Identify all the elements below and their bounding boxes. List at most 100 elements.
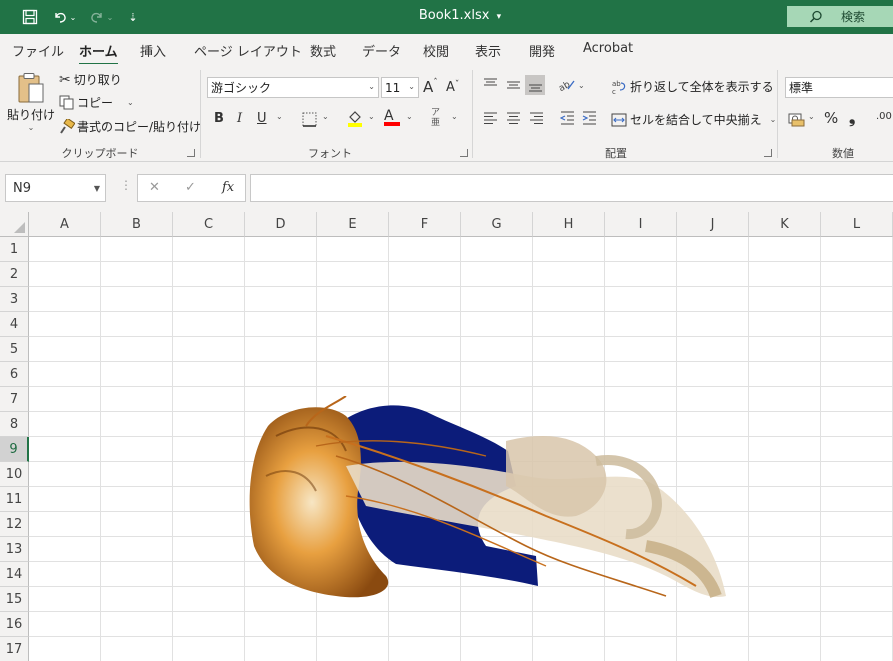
- column-header[interactable]: B: [101, 212, 173, 237]
- workbook-title[interactable]: Book1.xlsx ▾: [400, 8, 520, 23]
- name-box[interactable]: N9 ▼: [5, 174, 106, 202]
- row-header[interactable]: 15: [0, 587, 29, 612]
- copy-button[interactable]: コピー ⌄: [59, 94, 134, 111]
- row-header[interactable]: 12: [0, 512, 29, 537]
- row-header[interactable]: 17: [0, 637, 29, 661]
- orientation-icon[interactable]: ab: [558, 76, 576, 94]
- row-header[interactable]: 9: [0, 437, 29, 462]
- row-header[interactable]: 3: [0, 287, 29, 312]
- top-align-icon[interactable]: [481, 76, 499, 94]
- column-header[interactable]: K: [749, 212, 821, 237]
- merge-dropdown-icon[interactable]: ⌄: [770, 115, 777, 124]
- borders-button[interactable]: [300, 110, 318, 128]
- customize-quick-access-icon[interactable]: ⇣: [125, 6, 141, 28]
- row-header[interactable]: 13: [0, 537, 29, 562]
- name-box-dropdown-icon[interactable]: ▼: [94, 184, 100, 193]
- row-header[interactable]: 14: [0, 562, 29, 587]
- clipboard-dialog-launcher-icon[interactable]: [187, 149, 195, 157]
- copy-dropdown-icon[interactable]: ⌄: [127, 98, 134, 107]
- format-painter-button[interactable]: 書式のコピー/貼り付け: [59, 118, 201, 135]
- tab-view[interactable]: 表示: [475, 41, 501, 60]
- redo-dropdown-icon[interactable]: ⌄: [107, 13, 114, 22]
- font-name-combobox[interactable]: 游ゴシック ⌄: [207, 77, 379, 98]
- tab-review[interactable]: 校閲: [423, 41, 449, 60]
- font-size-combobox[interactable]: 11 ⌄: [381, 77, 419, 98]
- row-header[interactable]: 10: [0, 462, 29, 487]
- font-size-dropdown-icon[interactable]: ⌄: [408, 82, 415, 91]
- column-header[interactable]: D: [245, 212, 317, 237]
- tab-acrobat[interactable]: Acrobat: [583, 41, 633, 56]
- column-header[interactable]: A: [29, 212, 101, 237]
- italic-button[interactable]: I: [237, 111, 242, 126]
- column-header[interactable]: J: [677, 212, 749, 237]
- increase-font-size-button[interactable]: Aˆ: [423, 78, 438, 96]
- enter-icon[interactable]: ✓: [185, 180, 196, 195]
- underline-button[interactable]: U: [257, 111, 267, 126]
- row-header[interactable]: 16: [0, 612, 29, 637]
- phonetic-dropdown-icon[interactable]: ⌄: [451, 112, 458, 121]
- save-icon[interactable]: [19, 6, 41, 28]
- number-format-combobox[interactable]: 標準: [785, 77, 893, 98]
- tab-formulas[interactable]: 数式: [310, 41, 336, 60]
- row-header[interactable]: 1: [0, 237, 29, 262]
- fill-color-button[interactable]: [346, 109, 364, 127]
- fill-color-dropdown-icon[interactable]: ⌄: [368, 112, 375, 121]
- font-dialog-launcher-icon[interactable]: [460, 149, 468, 157]
- middle-align-icon[interactable]: [504, 76, 522, 94]
- select-all-button[interactable]: [0, 212, 29, 237]
- column-header[interactable]: I: [605, 212, 677, 237]
- decrease-indent-icon[interactable]: [558, 109, 576, 127]
- row-header[interactable]: 8: [0, 412, 29, 437]
- undo-dropdown-icon[interactable]: ⌄: [70, 13, 77, 22]
- redo-button[interactable]: ⌄: [86, 6, 116, 28]
- increase-indent-icon[interactable]: [580, 109, 598, 127]
- tab-developer[interactable]: 開発: [529, 41, 555, 60]
- tab-data[interactable]: データ: [362, 41, 401, 60]
- tab-file[interactable]: ファイル: [12, 41, 64, 60]
- align-right-icon[interactable]: [527, 109, 545, 127]
- align-center-icon[interactable]: [504, 109, 522, 127]
- tab-insert[interactable]: 挿入: [140, 41, 166, 60]
- column-header[interactable]: G: [461, 212, 533, 237]
- borders-dropdown-icon[interactable]: ⌄: [322, 112, 329, 121]
- percent-style-button[interactable]: %: [824, 109, 838, 127]
- undo-button[interactable]: ⌄: [49, 6, 79, 28]
- formula-bar-grip-icon[interactable]: ⋮: [120, 178, 132, 192]
- row-header[interactable]: 4: [0, 312, 29, 337]
- row-header[interactable]: 7: [0, 387, 29, 412]
- font-name-dropdown-icon[interactable]: ⌄: [368, 82, 375, 91]
- phonetic-guide-button[interactable]: ア 亜: [431, 108, 440, 128]
- column-header[interactable]: H: [533, 212, 605, 237]
- row-header[interactable]: 5: [0, 337, 29, 362]
- decrease-font-size-button[interactable]: Aˇ: [446, 80, 459, 95]
- accounting-dropdown-icon[interactable]: ⌄: [808, 112, 815, 121]
- merge-center-button[interactable]: セルを結合して中央揃え ⌄: [611, 111, 776, 128]
- accounting-format-icon[interactable]: [787, 110, 805, 128]
- underline-dropdown-icon[interactable]: ⌄: [276, 112, 283, 121]
- column-header[interactable]: L: [821, 212, 893, 237]
- bottom-align-icon[interactable]: [525, 75, 545, 95]
- bold-button[interactable]: B: [214, 111, 224, 126]
- row-header[interactable]: 2: [0, 262, 29, 287]
- cut-button[interactable]: ✂ 切り取り: [59, 71, 122, 88]
- row-header[interactable]: 6: [0, 362, 29, 387]
- orientation-dropdown-icon[interactable]: ⌄: [578, 81, 585, 90]
- comma-style-button[interactable]: ❟: [849, 108, 855, 128]
- paste-button[interactable]: 貼り付け ⌄: [7, 72, 55, 138]
- formula-input[interactable]: [250, 174, 893, 202]
- row-header[interactable]: 11: [0, 487, 29, 512]
- alignment-dialog-launcher-icon[interactable]: [764, 149, 772, 157]
- jellyfish-image[interactable]: [246, 396, 730, 612]
- cancel-icon[interactable]: ✕: [149, 180, 160, 195]
- column-header[interactable]: F: [389, 212, 461, 237]
- font-color-dropdown-icon[interactable]: ⌄: [406, 112, 413, 121]
- wrap-text-button[interactable]: ab c 折り返して全体を表示する: [611, 78, 774, 95]
- increase-decimal-button[interactable]: .00: [876, 111, 892, 122]
- tab-home[interactable]: ホーム: [79, 41, 118, 66]
- column-header[interactable]: E: [317, 212, 389, 237]
- insert-function-icon[interactable]: fx: [222, 180, 234, 195]
- font-color-button[interactable]: A: [384, 108, 400, 126]
- column-header[interactable]: C: [173, 212, 245, 237]
- tab-page-layout[interactable]: ページ レイアウト: [194, 41, 302, 60]
- align-left-icon[interactable]: [481, 109, 499, 127]
